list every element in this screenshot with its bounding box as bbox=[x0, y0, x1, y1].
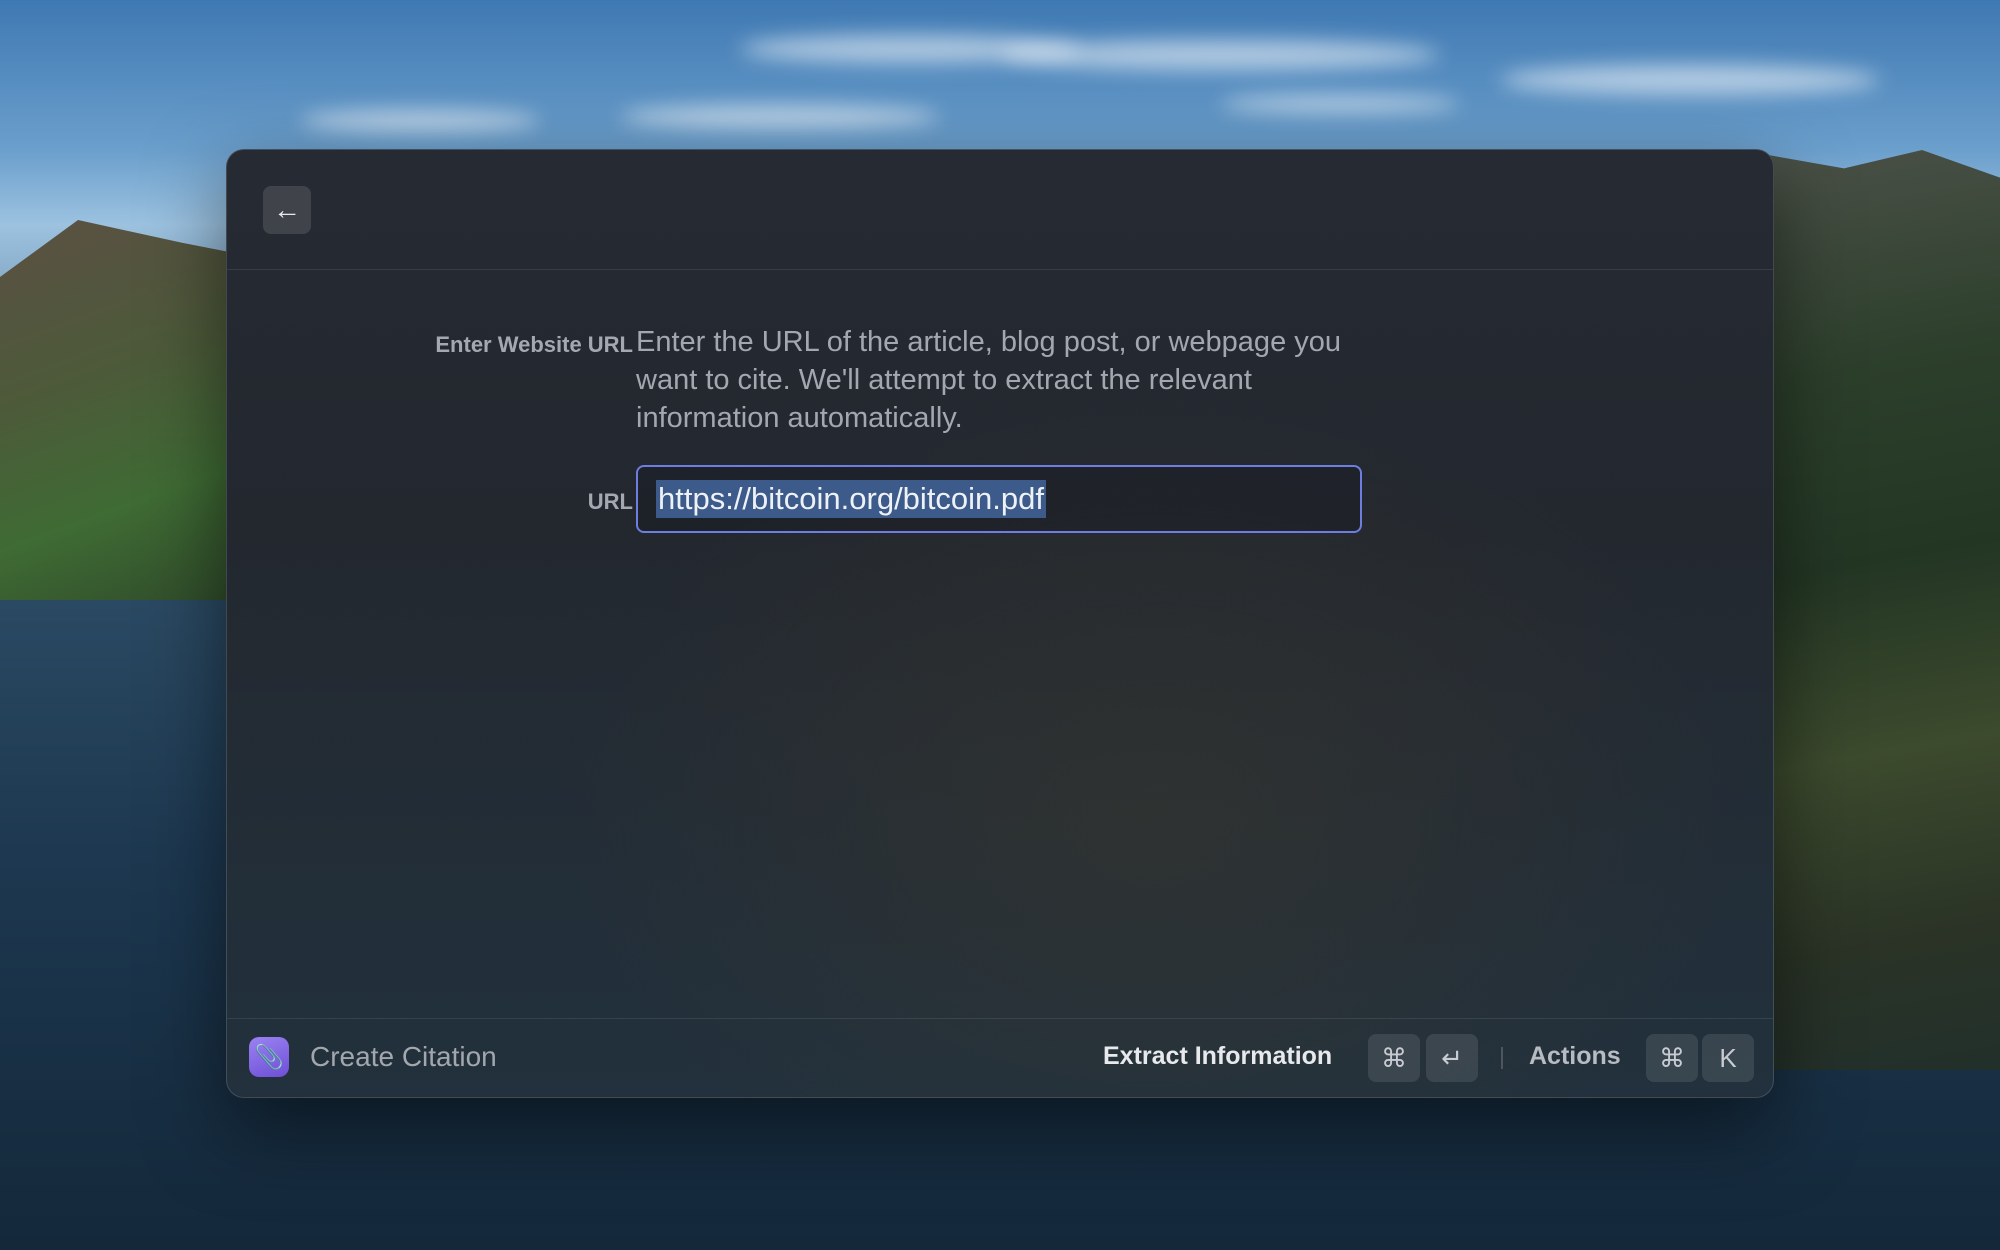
cloud bbox=[620, 105, 940, 129]
command-key-icon: ⌘ bbox=[1646, 1034, 1698, 1082]
command-key-icon: ⌘ bbox=[1368, 1034, 1420, 1082]
create-citation-window: ← Enter Website URL Enter the URL of the… bbox=[226, 149, 1774, 1098]
url-description: Enter the URL of the article, blog post,… bbox=[636, 326, 1342, 434]
back-button[interactable]: ← bbox=[263, 186, 311, 234]
footer-bar: 📎 Create Citation Extract Information ⌘ … bbox=[227, 1018, 1773, 1097]
return-key-icon: ↵ bbox=[1426, 1034, 1478, 1082]
cloud bbox=[1220, 95, 1460, 113]
arrow-left-icon: ← bbox=[273, 194, 301, 225]
website-url-label: Enter Website URL bbox=[435, 332, 633, 357]
footer-divider bbox=[1501, 1047, 1503, 1069]
k-key-icon: K bbox=[1702, 1034, 1754, 1082]
extract-information-button[interactable]: Extract Information bbox=[1103, 1042, 1332, 1071]
cloud bbox=[300, 110, 540, 132]
footer-title: Create Citation bbox=[310, 1041, 497, 1072]
top-bar: ← bbox=[227, 150, 1773, 270]
url-input[interactable]: https://bitcoin.org/bitcoin.pdf bbox=[636, 465, 1362, 533]
paperclip-icon: 📎 bbox=[249, 1037, 289, 1077]
cloud bbox=[1500, 65, 1880, 95]
actions-button[interactable]: Actions bbox=[1529, 1042, 1621, 1071]
url-input-value[interactable]: https://bitcoin.org/bitcoin.pdf bbox=[656, 480, 1047, 518]
cloud bbox=[1000, 40, 1440, 70]
hill-left bbox=[0, 220, 260, 600]
url-label: URL bbox=[587, 489, 633, 514]
hill-right bbox=[1740, 150, 2000, 1070]
